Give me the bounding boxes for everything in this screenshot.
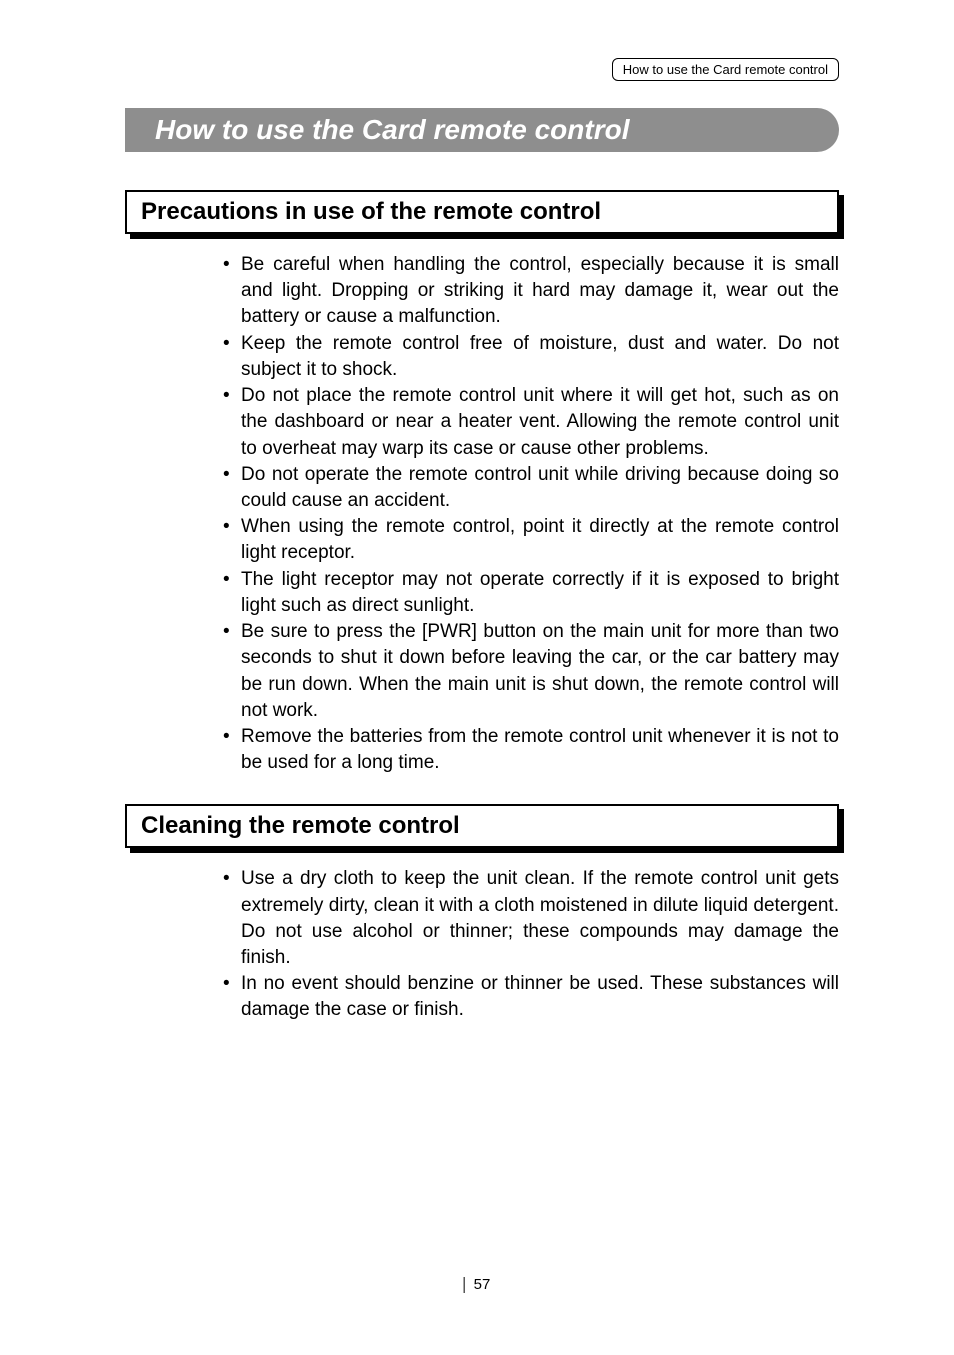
list-item: Be careful when handling the control, es… [221, 252, 839, 331]
heading-box: Cleaning the remote control [125, 804, 839, 848]
page: How to use the Card remote control How t… [0, 0, 954, 1355]
section1-heading-text: Precautions in use of the remote control [141, 198, 601, 225]
page-number-text: 57 [474, 1276, 491, 1293]
header-tag-text: How to use the Card remote control [623, 62, 828, 77]
header-tag: How to use the Card remote control [612, 58, 839, 81]
section-heading-precautions: Precautions in use of the remote control [125, 190, 839, 234]
list-item: Do not operate the remote control unit w… [221, 462, 839, 514]
list-item: Do not place the remote control unit whe… [221, 383, 839, 462]
page-title-bar: How to use the Card remote control [125, 108, 839, 152]
page-number: 57 [464, 1276, 491, 1293]
list-item: In no event should benzine or thinner be… [221, 971, 839, 1023]
list-item: When using the remote control, point it … [221, 514, 839, 566]
list-item: Remove the batteries from the remote con… [221, 724, 839, 776]
heading-box: Precautions in use of the remote control [125, 190, 839, 234]
precautions-list: Be careful when handling the control, es… [221, 252, 839, 776]
list-item: The light receptor may not operate corre… [221, 567, 839, 619]
page-title: How to use the Card remote control [155, 114, 630, 146]
list-item: Use a dry cloth to keep the unit clean. … [221, 866, 839, 971]
list-item: Keep the remote control free of moisture… [221, 331, 839, 383]
section-heading-cleaning: Cleaning the remote control [125, 804, 839, 848]
cleaning-list: Use a dry cloth to keep the unit clean. … [221, 866, 839, 1023]
section2-heading-text: Cleaning the remote control [141, 812, 460, 839]
list-item: Be sure to press the [PWR] button on the… [221, 619, 839, 724]
